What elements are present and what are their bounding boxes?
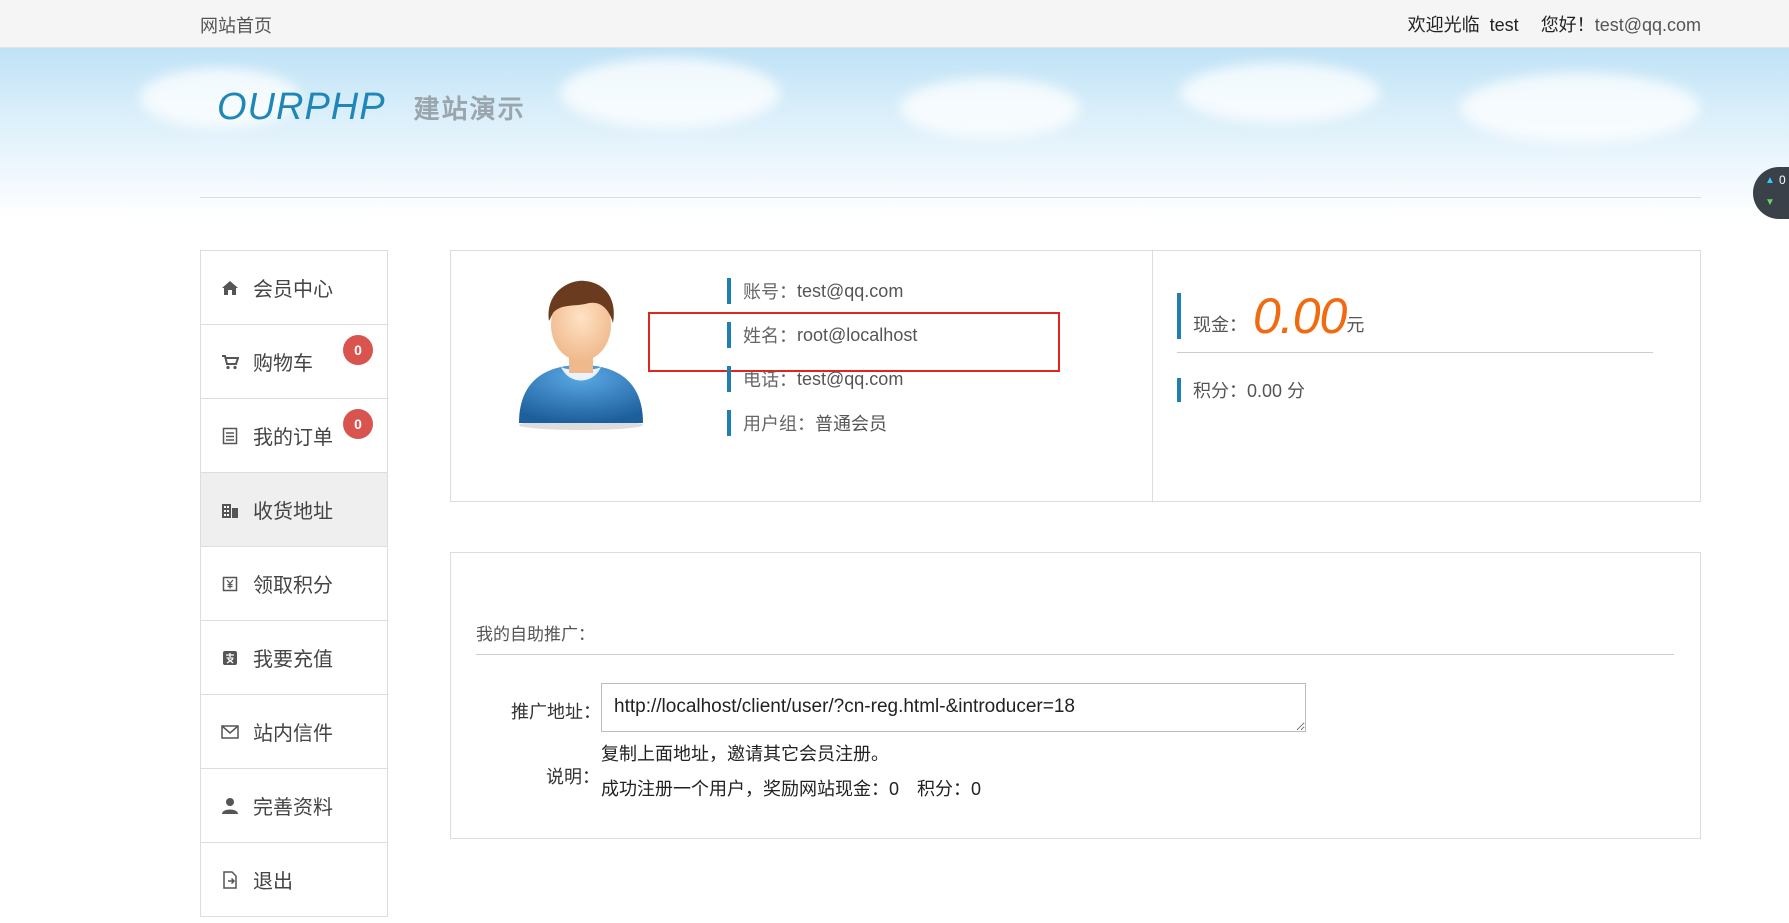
sidebar-item-label: 站内信件 — [253, 723, 333, 745]
username: test — [1489, 15, 1519, 35]
arrow-up-icon: ▲ — [1765, 175, 1775, 186]
sidebar-item-label: 购物车 — [253, 353, 313, 375]
promotion-divider — [476, 654, 1674, 655]
points-row: 积分： 0.00 分 — [1177, 378, 1305, 402]
profile-panel: 账号： test@qq.com 姓名： root@localhost 电话： test… — [450, 250, 1701, 502]
mail-icon — [221, 723, 239, 741]
cash-value: 0.00 — [1253, 288, 1347, 344]
highlight-box — [648, 312, 1060, 372]
cart-count-badge: 0 — [343, 335, 373, 365]
recharge-icon — [221, 649, 239, 667]
sidebar-item-label: 我要充值 — [253, 649, 333, 671]
cart-icon — [221, 353, 239, 371]
sidebar-item-orders[interactable]: 我的订单 0 — [201, 399, 387, 473]
group-value: 普通会员 — [815, 414, 887, 434]
logo-subtitle: 建站演示 — [413, 95, 526, 125]
group-label: 用户组： — [743, 414, 815, 434]
sidebar-item-logout[interactable]: 退出 — [201, 843, 387, 916]
sidebar-item-address[interactable]: 收货地址 — [201, 473, 387, 547]
sidebar-item-recharge[interactable]: 我要充值 — [201, 621, 387, 695]
cash-divider — [1177, 352, 1653, 353]
sidebar-item-points[interactable]: 领取积分 — [201, 547, 387, 621]
cash-label: 现金： — [1193, 315, 1247, 335]
sidebar-item-label: 领取积分 — [253, 575, 333, 597]
profile-divider — [1152, 251, 1153, 501]
cash-row: 现金： 0.00 元 — [1177, 288, 1365, 344]
home-icon — [221, 279, 239, 297]
group-row: 用户组： 普通会员 — [727, 410, 887, 436]
sidebar-item-label: 会员中心 — [253, 279, 333, 301]
member-sidebar: 会员中心 购物车 0 我的订单 0 收货地址 领取积分 我要充值 站内信件 完善… — [200, 250, 388, 917]
welcome-prefix: 欢迎光临 — [1407, 15, 1480, 35]
promo-desc-line1: 复制上面地址，邀请其它会员注册。 — [601, 744, 889, 764]
sidebar-item-label: 我的订单 — [253, 427, 333, 449]
promotion-panel: 我的自助推广： 推广地址： 说明： 复制上面地址，邀请其它会员注册。 成功注册一… — [450, 552, 1701, 839]
orders-count-badge: 0 — [343, 409, 373, 439]
top-bar: 网站首页 欢迎光临 test 您好！test@qq.com — [0, 0, 1789, 48]
greeting: 您好！ — [1540, 15, 1595, 35]
sidebar-item-label: 完善资料 — [253, 797, 333, 819]
sidebar-item-member-center[interactable]: 会员中心 — [201, 251, 387, 325]
order-icon — [221, 427, 239, 445]
promo-url-label: 推广地址： — [511, 702, 601, 722]
logo-text: OURPHP — [217, 86, 386, 128]
points-value: 0.00 分 — [1247, 381, 1306, 401]
phone-row: 电话： test@qq.com — [727, 366, 903, 392]
points-label: 积分： — [1193, 381, 1247, 401]
phone-label: 电话： — [743, 370, 797, 390]
arrow-down-icon: ▼ — [1765, 197, 1775, 208]
site-logo[interactable]: OURPHP 建站演示 — [217, 86, 526, 129]
promotion-title: 我的自助推广： — [476, 625, 595, 644]
welcome-area: 欢迎光临 test 您好！test@qq.com — [1408, 11, 1701, 37]
sidebar-item-label: 收货地址 — [253, 501, 333, 523]
user-icon — [221, 797, 239, 815]
sidebar-item-mail[interactable]: 站内信件 — [201, 695, 387, 769]
phone-value: test@qq.com — [797, 368, 904, 389]
promo-url-field[interactable] — [601, 683, 1306, 732]
account-row: 账号： test@qq.com — [727, 278, 903, 304]
banner: OURPHP 建站演示 — [0, 48, 1789, 220]
sidebar-item-profile[interactable]: 完善资料 — [201, 769, 387, 843]
building-icon — [221, 501, 239, 519]
cash-unit: 元 — [1346, 315, 1365, 335]
user-email: test@qq.com — [1594, 15, 1701, 35]
widget-value: 0 — [1779, 173, 1786, 187]
logout-icon — [221, 870, 239, 889]
points-icon — [221, 575, 239, 593]
banner-divider — [200, 197, 1701, 198]
sidebar-item-label: 退出 — [253, 871, 293, 893]
account-label: 账号： — [743, 282, 797, 302]
account-value: test@qq.com — [797, 280, 904, 301]
promo-desc-line2: 成功注册一个用户，奖励网站现金：0 积分：0 — [601, 779, 982, 799]
home-link[interactable]: 网站首页 — [200, 12, 272, 38]
sidebar-item-cart[interactable]: 购物车 0 — [201, 325, 387, 399]
promo-desc-label: 说明： — [546, 767, 600, 787]
avatar — [509, 273, 659, 433]
